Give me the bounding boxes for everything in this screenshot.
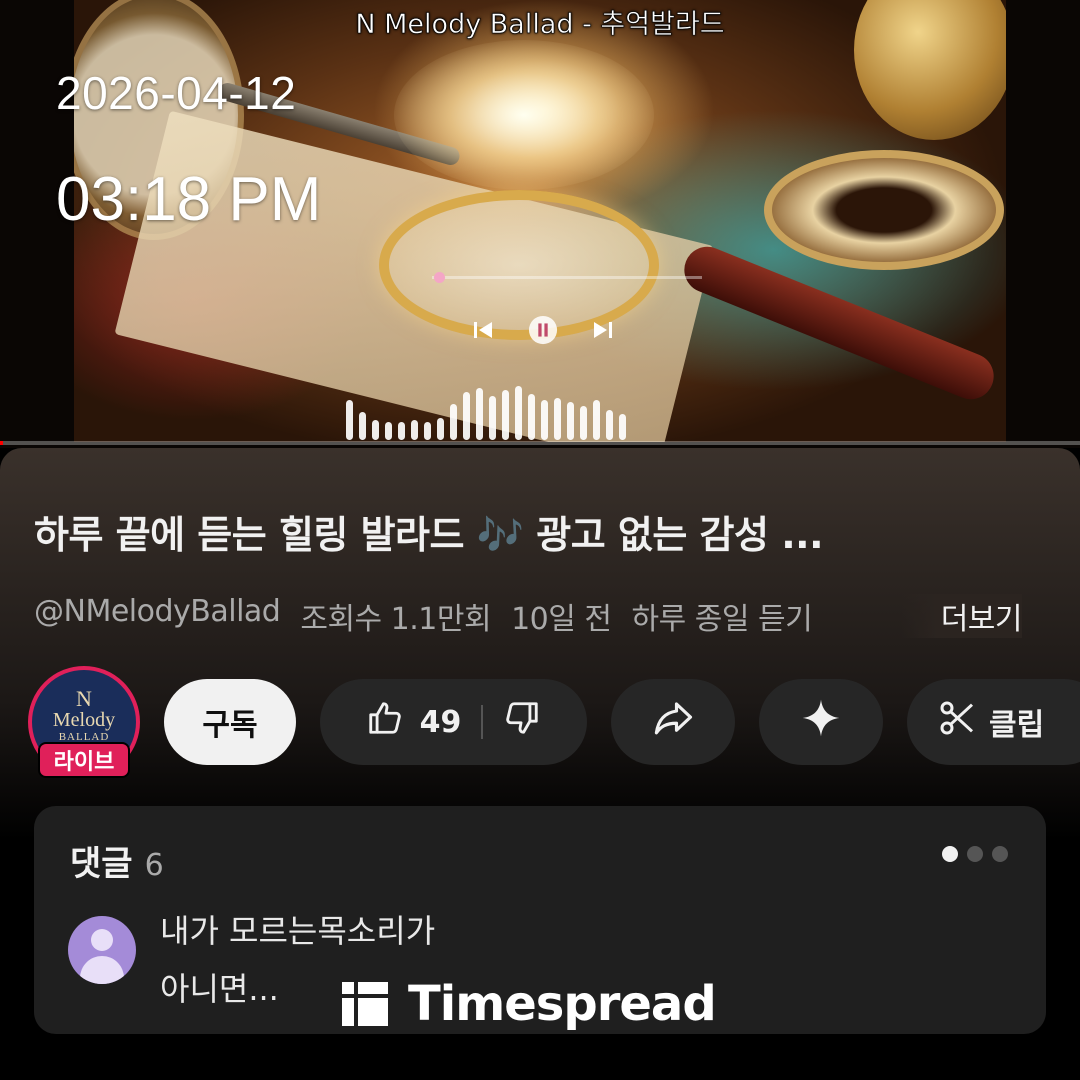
- share-button[interactable]: [611, 679, 735, 765]
- channel-logo-line2: Melody: [52, 708, 116, 731]
- channel-logo-line3: BALLAD: [58, 730, 110, 743]
- commenter-avatar[interactable]: [68, 916, 136, 984]
- live-badge: 라이브: [38, 742, 130, 778]
- clip-button[interactable]: 클립: [907, 679, 1080, 765]
- video-title[interactable]: 하루 끝에 듣는 힐링 발라드 🎶 광고 없는 감성 ...: [34, 504, 1044, 559]
- pager-dot: [942, 846, 958, 862]
- previous-icon: [468, 314, 498, 346]
- visualizer-bar: [541, 400, 548, 440]
- thumbs-down-icon: [503, 699, 541, 745]
- visualizer-bar: [437, 418, 444, 440]
- description-snippet: 하루 종일 듣기: [631, 602, 813, 637]
- more-button[interactable]: 더보기: [900, 594, 1023, 638]
- scissors-icon: [937, 698, 977, 746]
- subscribe-button[interactable]: 구독: [164, 679, 296, 765]
- visualizer-bar: [424, 422, 431, 440]
- visualizer-bar: [619, 414, 626, 440]
- comments-pager: [942, 846, 1008, 862]
- sparkle-icon: [801, 698, 841, 746]
- visualizer-bar: [372, 420, 379, 440]
- like-button[interactable]: 49: [366, 679, 482, 765]
- video-overlay-title: N Melody Ballad - 추억발라드: [355, 9, 725, 41]
- clip-label: 클립: [989, 708, 1045, 743]
- visualizer-bar: [450, 404, 457, 440]
- overlay-date: 2026-04-12: [56, 67, 297, 119]
- comments-header: 댓글 6: [70, 836, 164, 885]
- compass: [764, 150, 1004, 270]
- visualizer-bar: [346, 400, 353, 440]
- watermark-text: Timespread: [408, 976, 717, 1032]
- visualizer-bar: [398, 422, 405, 440]
- like-count: 49: [419, 704, 462, 740]
- timespread-logo-icon: [342, 982, 388, 1026]
- channel-handle[interactable]: @NMelodyBallad: [34, 594, 281, 638]
- next-icon: [588, 314, 618, 346]
- embedded-progress-bar: [432, 272, 702, 283]
- embedded-player-controls: [468, 312, 618, 348]
- seek-bar[interactable]: [0, 441, 1080, 445]
- visualizer-bar: [489, 396, 496, 440]
- overlay-time: 03:18 PM: [56, 165, 322, 234]
- pager-dot: [967, 846, 983, 862]
- share-icon: [652, 697, 694, 747]
- upload-age: 10일 전: [511, 602, 612, 637]
- visualizer-bar: [528, 394, 535, 440]
- like-dislike-group: 49: [320, 679, 587, 765]
- visualizer-bar: [567, 402, 574, 440]
- visualizer-bar: [502, 390, 509, 440]
- comments-count: 6: [144, 848, 164, 883]
- visualizer-bar: [593, 400, 600, 440]
- pager-dot: [992, 846, 1008, 862]
- visualizer-bar: [463, 392, 470, 440]
- thumbs-up-icon: [366, 699, 404, 745]
- avatar-body: [80, 956, 124, 984]
- embedded-progress-knob: [434, 272, 445, 283]
- visualizer-bar: [554, 398, 561, 440]
- avatar-head: [91, 929, 113, 951]
- ask-ai-button[interactable]: [759, 679, 883, 765]
- visualizer-bar: [515, 386, 522, 440]
- visualizer-bar: [411, 420, 418, 440]
- visualizer-bar: [580, 406, 587, 440]
- light-glow: [394, 40, 654, 190]
- visualizer-bar: [606, 410, 613, 440]
- comments-label: 댓글: [70, 844, 133, 884]
- visualizer-bar: [385, 422, 392, 440]
- seek-bar-played: [0, 441, 4, 445]
- channel-logo-line1: N: [76, 685, 92, 711]
- visualizer-bar: [359, 412, 366, 440]
- view-count: 조회수 1.1만회: [300, 602, 492, 637]
- video-metadata[interactable]: @NMelodyBallad 조회수 1.1만회 10일 전 하루 종일 듣기 …: [34, 594, 1044, 638]
- audio-visualizer: [346, 386, 736, 440]
- video-player[interactable]: N Melody Ballad - 추억발라드 2026-04-12 03:18…: [0, 0, 1080, 448]
- timespread-watermark: Timespread: [342, 976, 717, 1032]
- pause-icon: [528, 314, 558, 346]
- visualizer-bar: [476, 388, 483, 440]
- dislike-button[interactable]: [483, 679, 541, 765]
